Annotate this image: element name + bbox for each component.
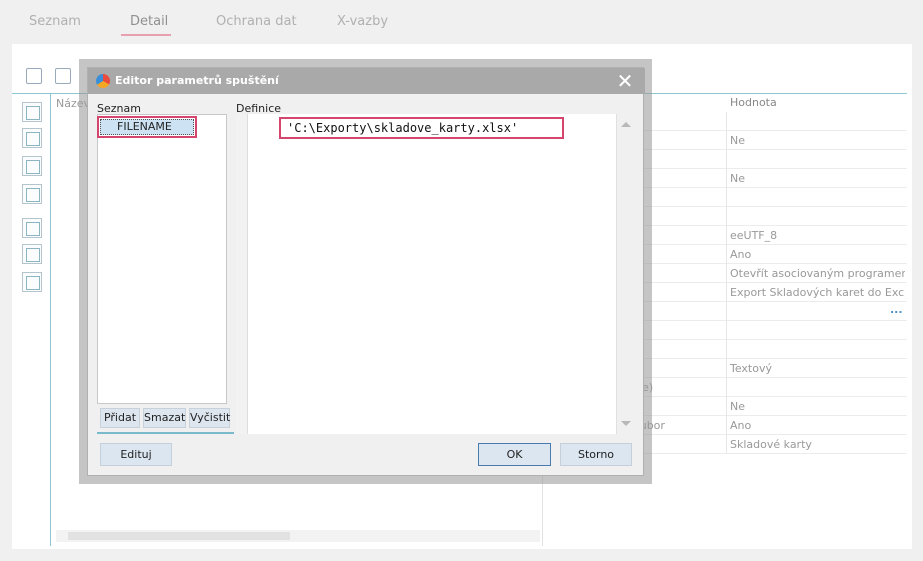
ellipsis-button[interactable]: ... [890, 303, 903, 316]
app-window: Seznam Detail Ochrana dat X-vazby Název … [0, 0, 923, 561]
cancel-button[interactable]: Storno [560, 443, 632, 466]
cell-divider [726, 131, 727, 150]
close-icon[interactable]: ✕ [614, 70, 636, 92]
app-logo-icon [96, 74, 110, 88]
cell-divider [726, 207, 727, 226]
tab-detail[interactable]: Detail [130, 14, 168, 29]
editor-vertical-scrollbar[interactable] [616, 114, 634, 434]
property-value[interactable]: Ne [730, 172, 905, 185]
list-item-filename[interactable]: FILENAME [97, 116, 197, 138]
sidebar-divider [50, 94, 51, 546]
dialog-title-bar[interactable]: Editor parametrů spuštění ✕ [88, 68, 645, 94]
property-label: tu [633, 210, 725, 223]
definition-editor[interactable] [236, 114, 634, 434]
cell-divider [726, 321, 727, 340]
parameter-list[interactable] [97, 114, 227, 404]
column-header-name[interactable]: Název [56, 97, 90, 110]
report-icon[interactable] [22, 102, 42, 122]
cell-divider [726, 435, 727, 454]
property-value[interactable]: Textový [730, 362, 905, 375]
dialog-title: Editor parametrů spuštění [115, 74, 279, 87]
scroll-down-icon[interactable] [621, 421, 631, 426]
editor-gutter [236, 114, 248, 434]
property-value[interactable]: Ne [730, 134, 905, 147]
cell-divider [726, 245, 727, 264]
active-tab-indicator [121, 34, 171, 36]
document-icon[interactable] [22, 218, 42, 238]
parameter-editor-dialog: Editor parametrů spuštění ✕ Seznam Defin… [87, 67, 645, 476]
add-button[interactable]: Přidat [100, 408, 140, 428]
cell-divider [726, 169, 727, 188]
tab-seznam[interactable]: Seznam [29, 14, 81, 29]
cell-divider [726, 378, 727, 397]
tab-x-vazby[interactable]: X-vazby [337, 14, 388, 29]
cell-divider [726, 188, 727, 207]
cell-divider [726, 283, 727, 302]
sys-icon[interactable] [22, 184, 42, 204]
list-bottom-divider [97, 432, 234, 434]
list-horizontal-scrollbar[interactable] [56, 530, 540, 542]
cell-divider [726, 112, 727, 131]
property-label: oubor [633, 419, 665, 432]
scrollbar-thumb[interactable] [68, 532, 290, 540]
property-label: ice) [633, 381, 725, 394]
delete-button[interactable]: Smazat [143, 408, 186, 428]
column-header-value[interactable]: Hodnota [730, 96, 777, 109]
scroll-up-icon[interactable] [621, 122, 631, 127]
clear-button[interactable]: Vyčistit [189, 408, 230, 428]
property-label: ní [633, 343, 725, 356]
cell-divider [726, 150, 727, 169]
cell-divider [726, 397, 727, 416]
cell-divider [726, 359, 727, 378]
property-value[interactable]: eeUTF_8 [730, 229, 905, 242]
preview-icon[interactable] [26, 68, 42, 84]
copy-icon[interactable] [22, 156, 42, 176]
property-value[interactable]: Ano [730, 248, 905, 261]
layout-icon[interactable] [22, 272, 42, 292]
definition-text[interactable]: 'C:\Exporty\skladove_karty.xlsx' [279, 117, 564, 139]
tab-ochrana-dat[interactable]: Ochrana dat [216, 14, 297, 29]
cell-divider [726, 302, 727, 321]
cell-divider [726, 416, 727, 435]
property-value[interactable]: Export Skladových karet do Excelu [730, 286, 905, 299]
chart-icon[interactable] [22, 244, 42, 264]
property-value[interactable]: Ne [730, 400, 905, 413]
property-value[interactable]: Otevřít asociovaným programem [730, 267, 905, 280]
property-value[interactable]: Ano [730, 419, 905, 432]
edit-button[interactable]: Edituj [100, 443, 172, 466]
bmc-icon[interactable] [22, 128, 42, 148]
cell-divider [726, 226, 727, 245]
import-icon[interactable] [55, 68, 71, 84]
ok-button[interactable]: OK [478, 443, 551, 466]
cell-divider [726, 264, 727, 283]
cell-divider [726, 340, 727, 359]
property-value[interactable]: Skladové karty [730, 438, 905, 451]
